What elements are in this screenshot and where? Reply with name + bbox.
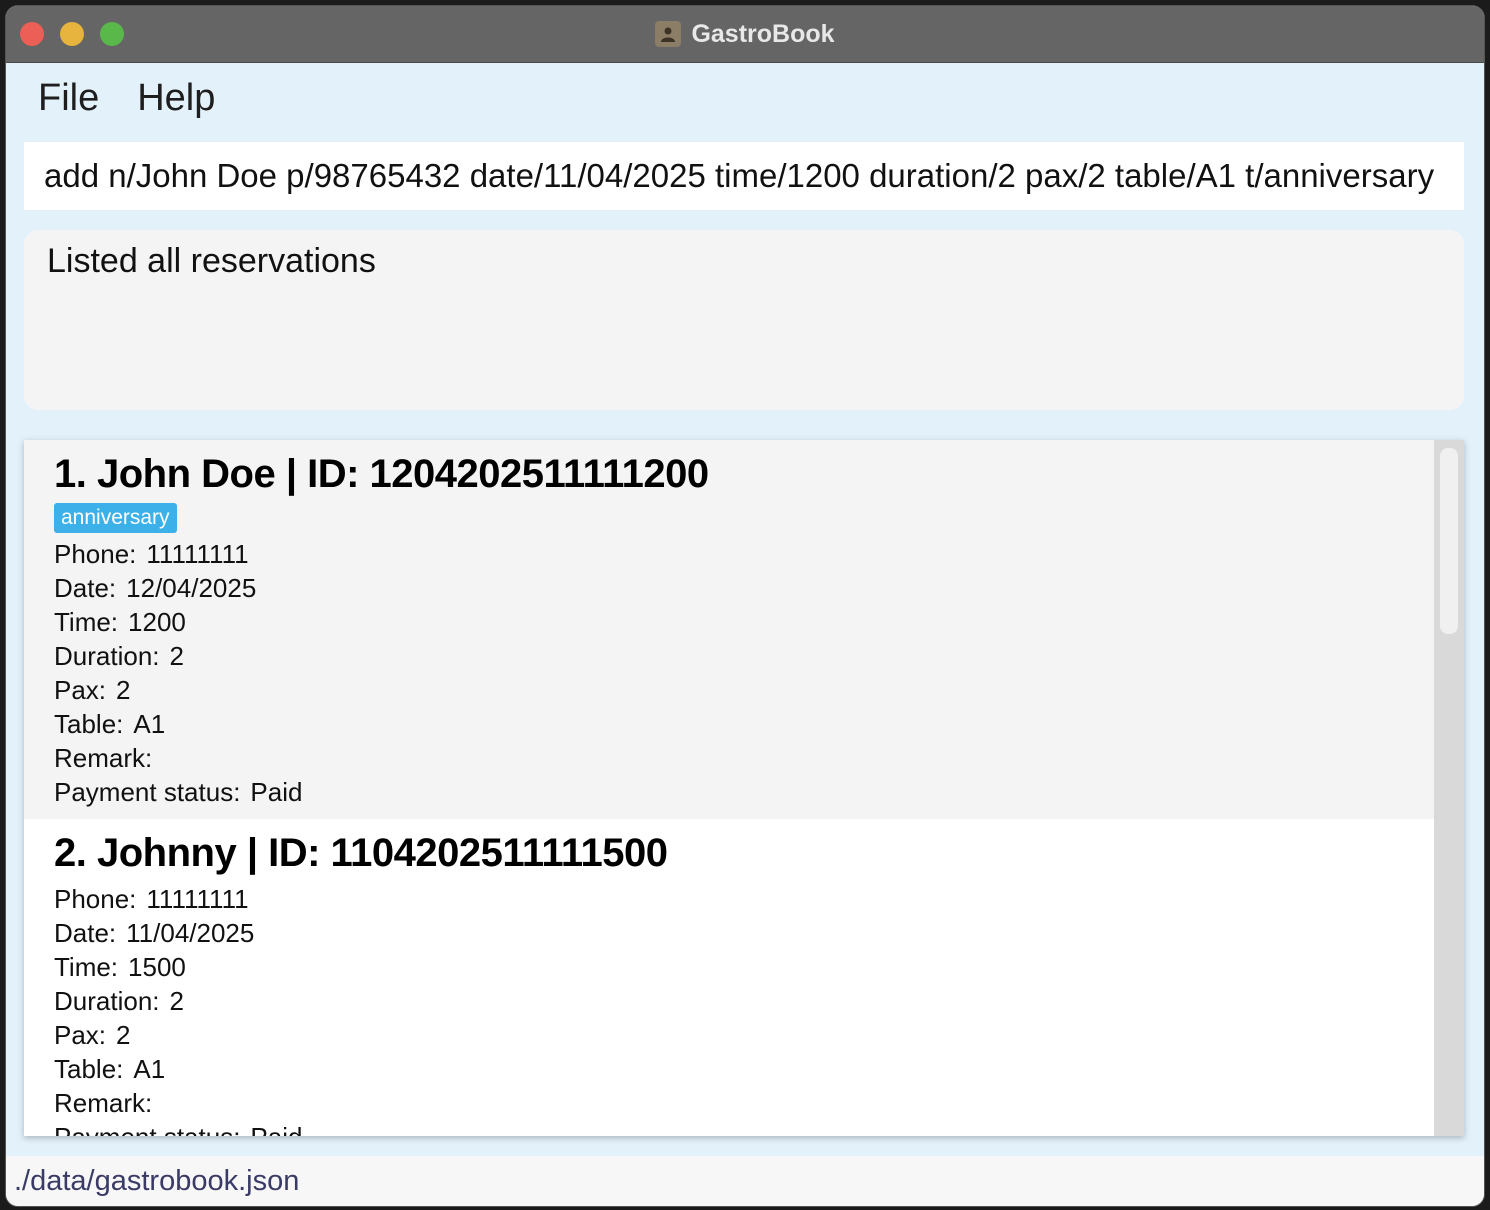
pax-field: Pax: 2 bbox=[54, 673, 1404, 707]
phone-field: Phone: 11111111 bbox=[54, 882, 1404, 916]
result-display: Listed all reservations bbox=[24, 230, 1464, 410]
pax-label: Pax: bbox=[54, 675, 107, 705]
reservation-title: 1. John Doe | ID: 1204202511111200 bbox=[54, 452, 709, 496]
phone-value: 11111111 bbox=[146, 884, 249, 914]
command-input[interactable] bbox=[24, 142, 1464, 210]
payment-label: Payment status: bbox=[54, 777, 241, 807]
duration-field: Duration: 2 bbox=[54, 984, 1404, 1018]
menu-file[interactable]: File bbox=[38, 77, 99, 120]
date-label: Date: bbox=[54, 573, 117, 603]
payment-field: Payment status: Paid bbox=[54, 1120, 1404, 1136]
payment-field: Payment status: Paid bbox=[54, 775, 1404, 809]
tag-badge: anniversary bbox=[54, 503, 177, 533]
remark-label: Remark: bbox=[54, 743, 153, 773]
pax-label: Pax: bbox=[54, 1020, 107, 1050]
reservation-card[interactable]: 1. John Doe | ID: 1204202511111200 anniv… bbox=[24, 440, 1434, 819]
pax-value: 2 bbox=[116, 1020, 131, 1050]
duration-label: Duration: bbox=[54, 986, 160, 1016]
date-value: 11/04/2025 bbox=[126, 918, 255, 948]
time-field: Time: 1500 bbox=[54, 950, 1404, 984]
time-field: Time: 1200 bbox=[54, 605, 1404, 639]
time-value: 1200 bbox=[128, 607, 186, 637]
time-value: 1500 bbox=[128, 952, 186, 982]
result-message: Listed all reservations bbox=[47, 242, 376, 280]
table-field: Table: A1 bbox=[54, 1052, 1404, 1086]
time-label: Time: bbox=[54, 607, 119, 637]
date-label: Date: bbox=[54, 918, 117, 948]
reservation-list-panel: 1. John Doe | ID: 1204202511111200 anniv… bbox=[24, 440, 1464, 1136]
payment-label: Payment status: bbox=[54, 1122, 240, 1136]
app-window: GastroBook File Help Listed all reservat… bbox=[6, 6, 1484, 1206]
reservation-card[interactable]: 2. Johnny | ID: 1104202511111500 Phone: 1… bbox=[24, 819, 1434, 1136]
list-scrollbar[interactable] bbox=[1434, 440, 1464, 1136]
remark-field: Remark: bbox=[54, 1086, 1404, 1120]
phone-field: Phone: 11111111 bbox=[54, 537, 1404, 571]
table-value: A1 bbox=[133, 1054, 166, 1084]
date-field: Date: 12/04/2025 bbox=[54, 571, 1404, 605]
tag-list: anniversary bbox=[54, 503, 1404, 533]
reservation-list[interactable]: 1. John Doe | ID: 1204202511111200 anniv… bbox=[24, 440, 1434, 1136]
scrollbar-thumb[interactable] bbox=[1440, 448, 1458, 634]
duration-field: Duration: 2 bbox=[54, 639, 1404, 673]
duration-value: 2 bbox=[169, 986, 184, 1016]
date-field: Date: 11/04/2025 bbox=[54, 916, 1404, 950]
phone-value: 11111111 bbox=[146, 539, 249, 569]
remark-label: Remark: bbox=[54, 1088, 153, 1118]
reservation-title: 2. Johnny | ID: 1104202511111500 bbox=[54, 831, 668, 875]
table-value: A1 bbox=[133, 709, 166, 739]
phone-label: Phone: bbox=[54, 884, 137, 914]
menu-bar: File Help bbox=[6, 62, 1484, 134]
title-bar: GastroBook bbox=[6, 6, 1484, 63]
pax-value: 2 bbox=[116, 675, 131, 705]
table-label: Table: bbox=[54, 1054, 124, 1084]
command-box bbox=[24, 142, 1464, 210]
remark-field: Remark: bbox=[54, 741, 1404, 775]
status-bar: ./data/gastrobook.json bbox=[6, 1156, 1484, 1206]
table-label: Table: bbox=[54, 709, 124, 739]
window-title: GastroBook bbox=[691, 19, 835, 48]
phone-label: Phone: bbox=[54, 539, 137, 569]
payment-value: Paid bbox=[250, 1122, 302, 1136]
table-field: Table: A1 bbox=[54, 707, 1404, 741]
menu-help[interactable]: Help bbox=[137, 77, 215, 120]
time-label: Time: bbox=[54, 952, 119, 982]
date-value: 12/04/2025 bbox=[126, 573, 257, 603]
payment-value: Paid bbox=[250, 777, 303, 807]
pax-field: Pax: 2 bbox=[54, 1018, 1404, 1052]
save-file-path: ./data/gastrobook.json bbox=[14, 1164, 300, 1197]
duration-label: Duration: bbox=[54, 641, 160, 671]
duration-value: 2 bbox=[169, 641, 184, 671]
app-icon bbox=[655, 21, 682, 47]
